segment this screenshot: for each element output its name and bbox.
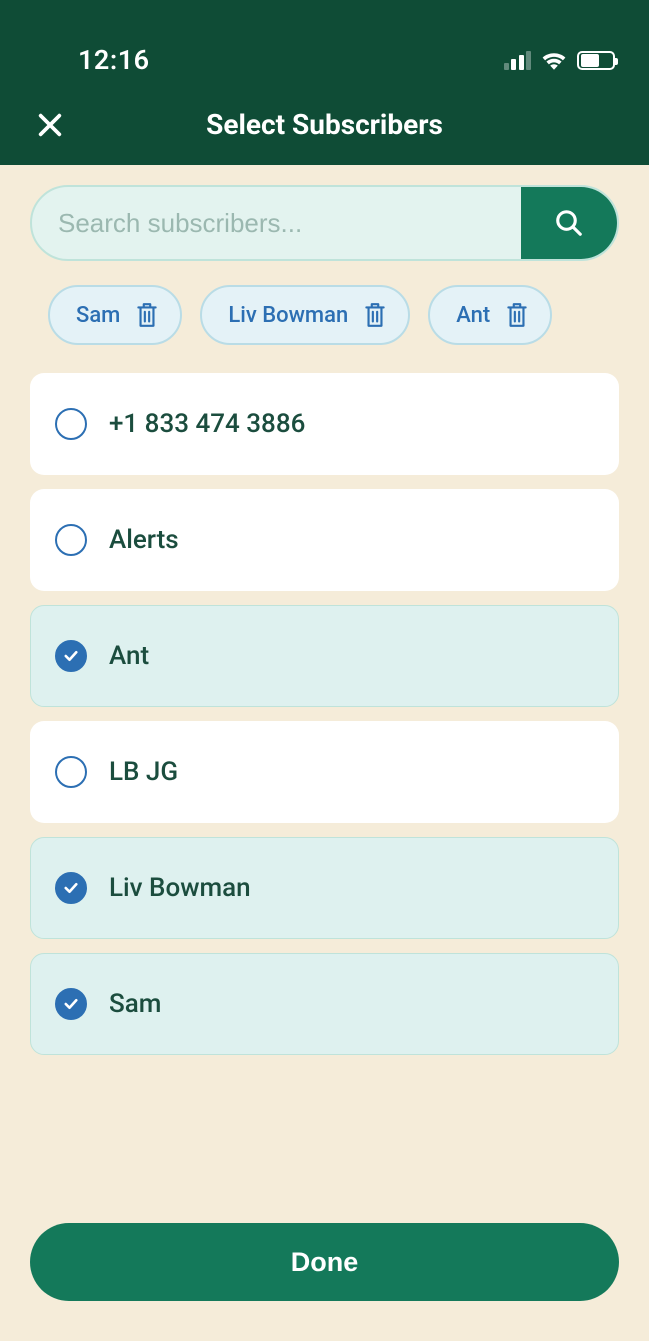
- subscriber-list: +1 833 474 3886 Alerts Ant LB JG Liv Bow: [30, 373, 619, 1055]
- list-item-label: +1 833 474 3886: [109, 409, 305, 439]
- nav-bar: Select Subscribers: [0, 84, 649, 165]
- radio-unchecked-icon: [55, 408, 87, 440]
- list-item-label: LB JG: [109, 757, 178, 787]
- search-input[interactable]: [32, 187, 521, 259]
- chip-label: Ant: [456, 303, 490, 328]
- battery-icon: [577, 51, 615, 70]
- list-item-label: Alerts: [109, 525, 179, 555]
- list-item-label: Sam: [109, 989, 161, 1019]
- chip-ant[interactable]: Ant: [428, 285, 552, 345]
- list-item[interactable]: Ant: [30, 605, 619, 707]
- chip-label: Sam: [76, 303, 120, 328]
- list-item-label: Liv Bowman: [109, 873, 251, 903]
- radio-checked-icon: [55, 988, 87, 1020]
- done-button[interactable]: Done: [30, 1223, 619, 1301]
- status-bar: 12:16: [0, 0, 649, 84]
- status-time: 12:16: [78, 44, 150, 76]
- radio-checked-icon: [55, 872, 87, 904]
- list-item[interactable]: LB JG: [30, 721, 619, 823]
- list-item[interactable]: +1 833 474 3886: [30, 373, 619, 475]
- close-button[interactable]: [34, 109, 66, 141]
- chip-sam[interactable]: Sam: [48, 285, 182, 345]
- status-icons: [504, 50, 616, 70]
- page-title: Select Subscribers: [0, 108, 649, 141]
- search-bar: [30, 185, 619, 261]
- search-icon: [554, 208, 584, 238]
- trash-icon: [134, 301, 160, 329]
- radio-unchecked-icon: [55, 524, 87, 556]
- radio-checked-icon: [55, 640, 87, 672]
- cellular-signal-icon: [504, 50, 532, 70]
- radio-unchecked-icon: [55, 756, 87, 788]
- close-icon: [36, 111, 64, 139]
- list-item-label: Ant: [109, 641, 149, 671]
- list-item[interactable]: Alerts: [30, 489, 619, 591]
- list-item[interactable]: Sam: [30, 953, 619, 1055]
- trash-icon: [504, 301, 530, 329]
- search-button[interactable]: [521, 187, 617, 259]
- chip-label: Liv Bowman: [228, 303, 348, 328]
- chip-liv-bowman[interactable]: Liv Bowman: [200, 285, 410, 345]
- trash-icon: [362, 301, 388, 329]
- wifi-icon: [541, 50, 567, 70]
- selected-chips-row: Sam Liv Bowman Ant: [48, 285, 601, 345]
- list-item[interactable]: Liv Bowman: [30, 837, 619, 939]
